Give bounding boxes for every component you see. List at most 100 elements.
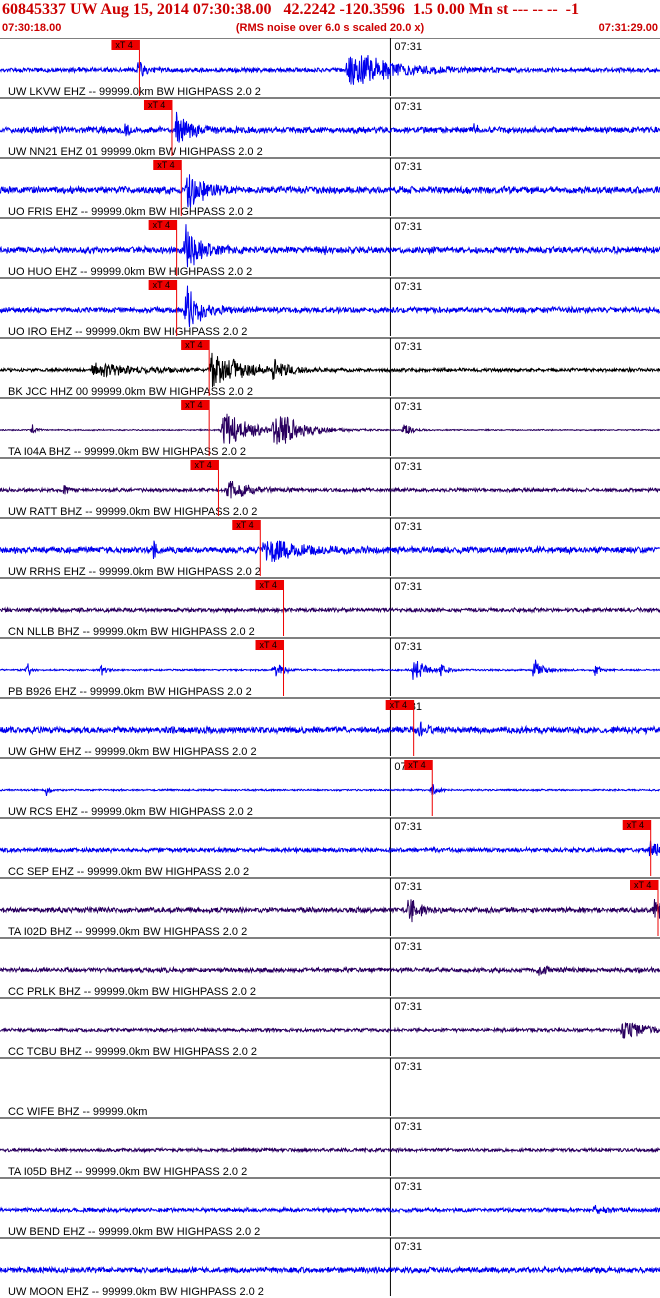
station-label: UW LKVW EHZ -- 99999.0km BW HIGHPASS 2.0… bbox=[8, 86, 261, 98]
pick-label: xT 4 bbox=[260, 580, 277, 590]
pick-label: xT 4 bbox=[185, 340, 202, 350]
trace-row: 07:31 UO IRO EHZ -- 99999.0km BW HIGHPASS… bbox=[0, 277, 660, 338]
trace-row: 07:31 UW NN21 EHZ 01 99999.0km BW HIGHPAS… bbox=[0, 97, 660, 158]
minute-label: 07:31 bbox=[394, 1121, 422, 1133]
trace-row: 07:31 UO HUO EHZ -- 99999.0km BW HIGHPASS… bbox=[0, 217, 660, 278]
minute-label: 07:31 bbox=[394, 221, 422, 233]
trace-row: 07:31 CC PRLK BHZ -- 99999.0km BW HIGHPAS… bbox=[0, 937, 660, 998]
waveform bbox=[0, 224, 660, 268]
waveform bbox=[0, 1265, 660, 1275]
station-label: CC TCBU BHZ -- 99999.0km BW HIGHPASS 2.0… bbox=[8, 1046, 257, 1058]
trace-row: 07:31 BK JCC HHZ 00 99999.0km BW HIGHPASS… bbox=[0, 337, 660, 398]
waveform bbox=[0, 783, 660, 796]
station-label: UW BEND EHZ -- 99999.0km BW HIGHPASS 2.0… bbox=[8, 1226, 260, 1238]
plot-header: 60845337 UW Aug 15, 2014 07:30:38.00 42.… bbox=[0, 0, 660, 38]
pick-label: xT 4 bbox=[148, 100, 165, 110]
trace-row: 07:31 CC WIFE BHZ -- 99999.0km bbox=[0, 1057, 660, 1118]
minute-label: 07:31 bbox=[394, 341, 422, 353]
trace-row: 07:31 UW LKVW EHZ -- 99999.0km BW HIGHPAS… bbox=[0, 38, 660, 98]
waveform bbox=[0, 1146, 660, 1154]
minute-label: 07:31 bbox=[394, 881, 422, 893]
minute-label: 07:31 bbox=[394, 1181, 422, 1193]
station-label: CC SEP EHZ -- 99999.0km BW HIGHPASS 2.0 … bbox=[8, 866, 249, 878]
trace-row: 07:31UW RCS EHZ -- 99999.0km BW HIGHPASS… bbox=[0, 757, 660, 818]
station-label: UO FRIS EHZ -- 99999.0km BW HIGHPASS 2.0… bbox=[8, 206, 253, 218]
pick-label: xT 4 bbox=[153, 220, 170, 230]
waveform bbox=[0, 480, 660, 499]
trace-row: 07:31 UW MOON EHZ -- 99999.0km BW HIGHPAS… bbox=[0, 1237, 660, 1298]
minute-label: 07:31 bbox=[394, 1061, 422, 1073]
trace-row: 07:31 UW RRHS EHZ -- 99999.0km BW HIGHPAS… bbox=[0, 517, 660, 578]
minute-label: 07:31 bbox=[394, 161, 422, 173]
trace-row: 07:31 UW RATT BHZ -- 99999.0km BW HIGHPAS… bbox=[0, 457, 660, 518]
pick-label: xT 4 bbox=[627, 820, 644, 830]
waveform bbox=[0, 352, 660, 388]
waveform bbox=[0, 413, 660, 445]
trace-row: 07:31 PB B926 EHZ -- 99999.0km BW HIGHPAS… bbox=[0, 637, 660, 698]
waveform bbox=[0, 111, 660, 143]
minute-label: 07:31 bbox=[394, 1241, 422, 1253]
station-label: CC PRLK BHZ -- 99999.0km BW HIGHPASS 2.0… bbox=[8, 986, 256, 998]
minute-label: 07:31 bbox=[394, 941, 422, 953]
waveform bbox=[0, 606, 660, 615]
pick-label: xT 4 bbox=[194, 460, 211, 470]
trace-row: 07:31 UW BEND EHZ -- 99999.0km BW HIGHPAS… bbox=[0, 1177, 660, 1238]
pick-label: xT 4 bbox=[634, 880, 651, 890]
pick-label: xT 4 bbox=[115, 40, 132, 50]
waveform bbox=[0, 174, 660, 208]
end-time-label: 07:31:29.00 bbox=[598, 22, 658, 34]
trace-row: 07:31 TA I05D BHZ -- 99999.0km BW HIGHPAS… bbox=[0, 1117, 660, 1178]
minute-label: 07:31 bbox=[394, 41, 422, 53]
trace-row: 07:31 CN NLLB BHZ -- 99999.0km BW HIGHPAS… bbox=[0, 577, 660, 638]
waveform bbox=[0, 540, 660, 562]
station-label: UW RCS EHZ -- 99999.0km BW HIGHPASS 2.0 … bbox=[8, 806, 253, 818]
station-label: PB B926 EHZ -- 99999.0km BW HIGHPASS 2.0… bbox=[8, 686, 252, 698]
station-label: TA I05D BHZ -- 99999.0km BW HIGHPASS 2.0… bbox=[8, 1166, 247, 1178]
minute-label: 07:31 bbox=[394, 101, 422, 113]
waveform bbox=[0, 1022, 660, 1039]
minute-label: 07:31 bbox=[394, 281, 422, 293]
waveform bbox=[0, 285, 660, 328]
station-label: TA I04A BHZ -- 99999.0km BW HIGHPASS 2.0… bbox=[8, 446, 246, 458]
pick-label: xT 4 bbox=[185, 400, 202, 410]
pick-label: xT 4 bbox=[153, 280, 170, 290]
waveform bbox=[0, 721, 660, 737]
trace-row: 07:31 TA I02D BHZ -- 99999.0km BW HIGHPAS… bbox=[0, 877, 660, 938]
seismogram-panel: 07:31 UW LKVW EHZ -- 99999.0km BW HIGHPAS… bbox=[0, 38, 660, 1298]
pick-label: xT 4 bbox=[157, 160, 174, 170]
pick-label: xT 4 bbox=[408, 760, 425, 770]
waveform bbox=[0, 1204, 660, 1215]
minute-label: 07:31 bbox=[394, 401, 422, 413]
minute-label: 07:31 bbox=[394, 641, 422, 653]
station-label: CC WIFE BHZ -- 99999.0km bbox=[8, 1106, 147, 1118]
trace-row: 07:31 CC SEP EHZ -- 99999.0km BW HIGHPASS… bbox=[0, 817, 660, 878]
pick-label: xT 4 bbox=[236, 520, 253, 530]
minute-label: 07:31 bbox=[394, 821, 422, 833]
event-title: 60845337 UW Aug 15, 2014 07:30:38.00 42.… bbox=[2, 1, 579, 18]
minute-label: 07:31 bbox=[394, 521, 422, 533]
station-label: UW MOON EHZ -- 99999.0km BW HIGHPASS 2.0… bbox=[8, 1286, 264, 1298]
station-label: UW GHW EHZ -- 99999.0km BW HIGHPASS 2.0 … bbox=[8, 746, 257, 758]
waveform bbox=[0, 965, 660, 976]
trace-row: 07:31UW GHW EHZ -- 99999.0km BW HIGHPASS… bbox=[0, 697, 660, 758]
waveform bbox=[0, 55, 660, 85]
station-label: TA I02D BHZ -- 99999.0km BW HIGHPASS 2.0… bbox=[8, 926, 247, 938]
noise-scaling-note: (RMS noise over 6.0 s scaled 20.0 x) bbox=[235, 22, 425, 34]
trace-row: 07:31 CC TCBU BHZ -- 99999.0km BW HIGHPAS… bbox=[0, 997, 660, 1058]
minute-label: 07:31 bbox=[394, 461, 422, 473]
station-label: UW NN21 EHZ 01 99999.0km BW HIGHPASS 2.0… bbox=[8, 146, 263, 158]
station-label: UO HUO EHZ -- 99999.0km BW HIGHPASS 2.0 … bbox=[8, 266, 252, 278]
waveform bbox=[0, 659, 660, 680]
pick-label: xT 4 bbox=[390, 700, 407, 710]
station-label: UW RRHS EHZ -- 99999.0km BW HIGHPASS 2.0… bbox=[8, 566, 261, 578]
waveform bbox=[0, 898, 660, 923]
station-label: UO IRO EHZ -- 99999.0km BW HIGHPASS 2.0 … bbox=[8, 326, 247, 338]
station-label: UW RATT BHZ -- 99999.0km BW HIGHPASS 2.0… bbox=[8, 506, 257, 518]
minute-label: 07:31 bbox=[394, 581, 422, 593]
pick-label: xT 4 bbox=[260, 640, 277, 650]
station-label: BK JCC HHZ 00 99999.0km BW HIGHPASS 2.0 … bbox=[8, 386, 253, 398]
trace-row: 07:31 TA I04A BHZ -- 99999.0km BW HIGHPAS… bbox=[0, 397, 660, 458]
waveform bbox=[0, 840, 660, 857]
trace-row: 07:31 UO FRIS EHZ -- 99999.0km BW HIGHPAS… bbox=[0, 157, 660, 218]
station-label: CN NLLB BHZ -- 99999.0km BW HIGHPASS 2.0… bbox=[8, 626, 255, 638]
